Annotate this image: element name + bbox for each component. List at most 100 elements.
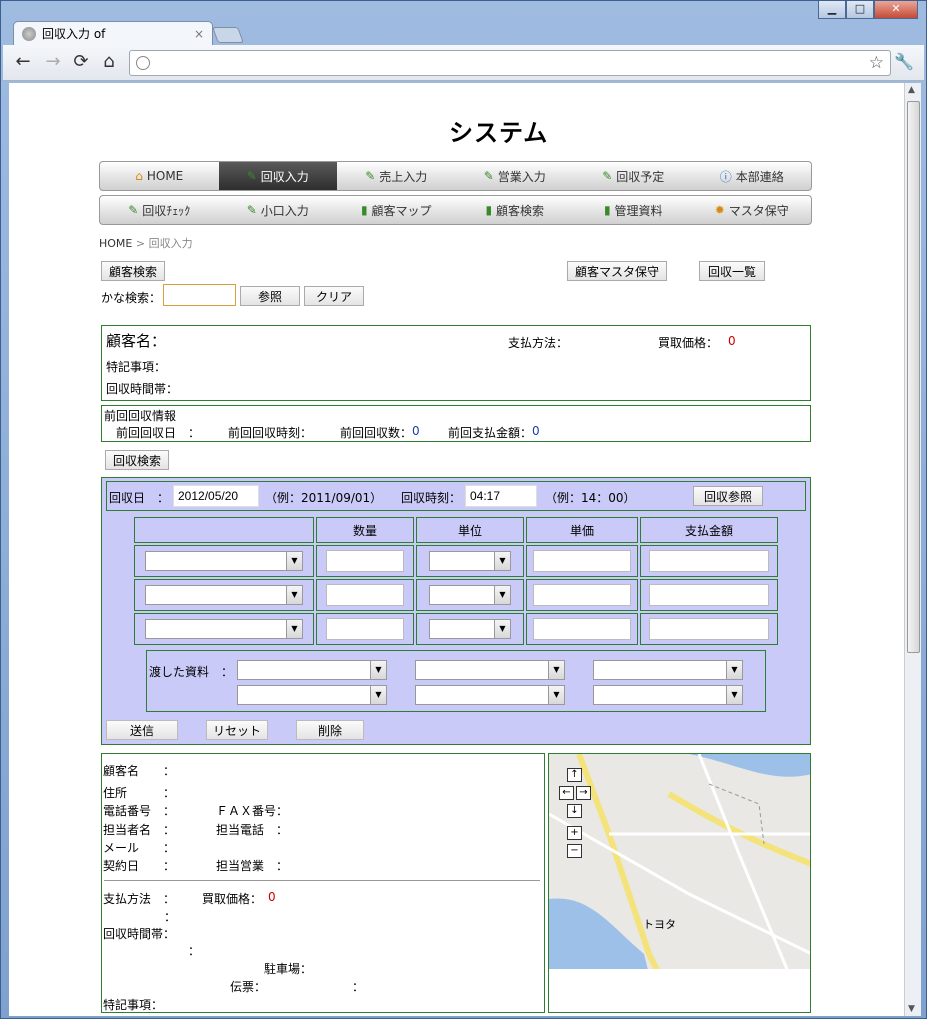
quantity-cell	[316, 545, 414, 577]
customer-details-box: 顧客名 ： 住所 ： 電話番号 ： ＦＡＸ番号： 担当者名 ： 担当電話 ： メ…	[101, 753, 545, 1013]
nav-sales-input[interactable]: ✎ 売上入力	[337, 162, 456, 190]
document-select[interactable]: ▼	[593, 685, 743, 705]
map-pan-left[interactable]: ←	[559, 786, 574, 800]
gear-icon: ✹	[714, 203, 725, 217]
pencil-icon: ✎	[365, 169, 376, 183]
map-pan-right[interactable]: →	[576, 786, 591, 800]
map-zoom-in[interactable]: +	[567, 826, 582, 840]
browser-tab[interactable]: 回収入力 of ×	[13, 21, 213, 45]
nav-customer-map[interactable]: ▮ 顧客マップ	[337, 196, 456, 224]
address-bar[interactable]: ☆	[129, 50, 891, 76]
scroll-up-icon[interactable]: ▲	[908, 85, 915, 95]
customer-search-button[interactable]: 顧客検索	[101, 261, 165, 281]
kana-search-input[interactable]	[163, 284, 236, 306]
reload-icon[interactable]: ⟳	[69, 51, 93, 75]
nav-collection-input[interactable]: ✎ 回収入力	[218, 162, 337, 190]
forward-arrow-icon[interactable]: →	[41, 51, 65, 75]
page-scrollbar[interactable]: ▲ ▼	[904, 83, 921, 1016]
divider	[104, 880, 540, 881]
clear-button[interactable]: クリア	[304, 286, 364, 306]
pencil-icon: ✎	[483, 169, 494, 183]
breadcrumb-home[interactable]: HOME	[99, 237, 132, 250]
nav-customer-search[interactable]: ▮ 顧客検索	[456, 196, 575, 224]
item-select[interactable]: ▼	[145, 585, 303, 605]
customer-map[interactable]: ↑ ← → ↓ + − トヨタ	[548, 753, 811, 1013]
document-select[interactable]: ▼	[593, 660, 743, 680]
payment-amount-input[interactable]	[649, 618, 769, 640]
document-select[interactable]: ▼	[415, 685, 565, 705]
payment-amount-cell	[640, 545, 778, 577]
time-example: （例：14：00）	[545, 491, 636, 505]
map-zoom-out[interactable]: −	[567, 844, 582, 858]
scroll-down-icon[interactable]: ▼	[908, 1004, 915, 1014]
chevron-down-icon: ▼	[494, 552, 510, 570]
document-select[interactable]: ▼	[415, 660, 565, 680]
delete-button[interactable]: 削除	[296, 720, 364, 740]
nav-hq-contact[interactable]: ⓘ 本部連絡	[693, 162, 812, 190]
collection-reference-button[interactable]: 回収参照	[693, 486, 763, 506]
customer-master-button[interactable]: 顧客マスタ保守	[567, 261, 667, 281]
item-select[interactable]: ▼	[145, 551, 303, 571]
unit-price-input[interactable]	[533, 618, 631, 640]
nav-collection-plan[interactable]: ✎ 回収予定	[574, 162, 693, 190]
unit-cell: ▼	[416, 579, 524, 611]
info-icon: ⓘ	[719, 169, 732, 184]
nav-master-maintenance[interactable]: ✹ マスタ保守	[693, 196, 812, 224]
bar-chart-icon: ▮	[603, 203, 611, 217]
payment-amount-input[interactable]	[649, 584, 769, 606]
close-window-button[interactable]: ✕	[874, 1, 918, 19]
back-arrow-icon[interactable]: ←	[11, 51, 35, 75]
payment-amount-cell	[640, 579, 778, 611]
collection-date-input[interactable]	[173, 485, 259, 507]
nav-label: 小口入力	[260, 203, 309, 218]
collection-list-button[interactable]: 回収一覧	[699, 261, 765, 281]
nav-business-input[interactable]: ✎ 営業入力	[456, 162, 575, 190]
home-icon[interactable]: ⌂	[97, 51, 121, 75]
nav-management-docs[interactable]: ▮ 管理資料	[574, 196, 693, 224]
nav-petty-input[interactable]: ✎ 小口入力	[219, 196, 338, 224]
minimize-button[interactable]: ▁	[818, 1, 846, 19]
unit-price-cell	[526, 579, 638, 611]
chevron-down-icon: ▼	[548, 686, 564, 704]
unit-price-input[interactable]	[533, 550, 631, 572]
new-tab-button[interactable]	[212, 27, 244, 43]
tab-close-icon[interactable]: ×	[194, 27, 204, 41]
submit-button[interactable]: 送信	[106, 720, 178, 740]
previous-title: 前回回収情報	[104, 409, 177, 423]
nav-collection-check[interactable]: ✎ 回収ﾁｪｯｸ	[100, 196, 219, 224]
payment-amount-input[interactable]	[649, 550, 769, 572]
unit-select[interactable]: ▼	[429, 551, 511, 571]
item-cell: ▼	[134, 545, 314, 577]
unit-select[interactable]: ▼	[429, 585, 511, 605]
unit-cell: ▼	[416, 613, 524, 645]
globe-icon	[22, 26, 36, 41]
maximize-button[interactable]: □	[846, 1, 874, 19]
unit-select[interactable]: ▼	[429, 619, 511, 639]
reset-button[interactable]: リセット	[206, 720, 268, 740]
detail-price-value: 0	[268, 890, 276, 904]
collection-search-button[interactable]: 回収検索	[105, 450, 169, 470]
map-pan-up[interactable]: ↑	[567, 768, 582, 782]
detail-sales: 担当営業 ：	[216, 859, 289, 873]
documents-label: 渡した資料 ：	[149, 665, 234, 679]
unit-price-input[interactable]	[533, 584, 631, 606]
purchase-price-label: 買取価格：	[658, 336, 719, 350]
detail-contract: 契約日 ：	[103, 859, 176, 873]
pencil-icon: ✎	[246, 169, 257, 183]
detail-colon: ：	[352, 980, 365, 994]
nav-home[interactable]: ⌂ HOME	[100, 162, 219, 190]
item-select[interactable]: ▼	[145, 619, 303, 639]
collection-time-input[interactable]	[465, 485, 537, 507]
quantity-input[interactable]	[326, 618, 404, 640]
chevron-down-icon: ▼	[286, 620, 302, 638]
bookmark-star-icon[interactable]: ☆	[869, 53, 884, 73]
reference-button[interactable]: 参照	[240, 286, 300, 306]
document-select[interactable]: ▼	[237, 660, 387, 680]
document-select[interactable]: ▼	[237, 685, 387, 705]
quantity-input[interactable]	[326, 550, 404, 572]
wrench-icon[interactable]: 🔧	[894, 52, 914, 71]
payment-amount-header: 支払金額	[640, 517, 778, 543]
map-pan-down[interactable]: ↓	[567, 804, 582, 818]
scroll-thumb[interactable]	[907, 101, 920, 653]
quantity-input[interactable]	[326, 584, 404, 606]
